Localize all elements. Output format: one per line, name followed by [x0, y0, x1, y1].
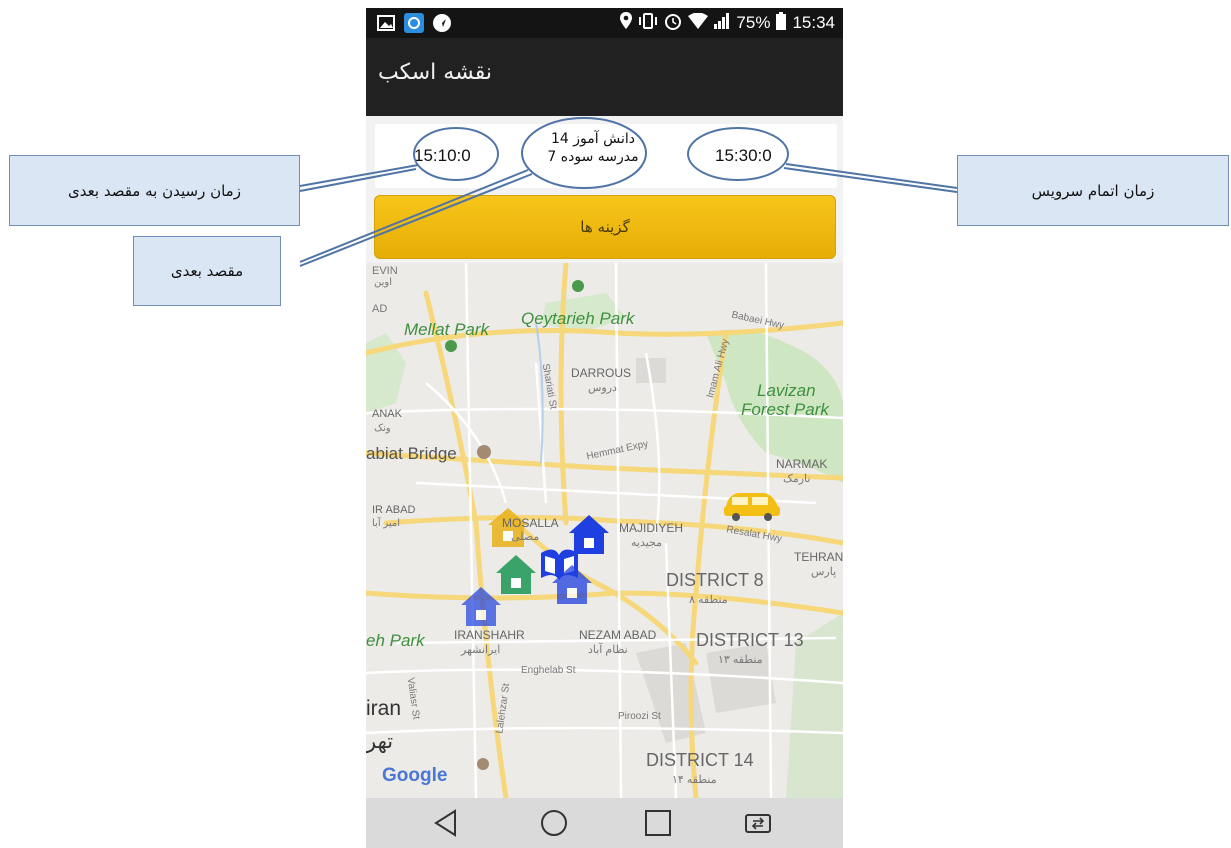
home-circle-icon	[541, 810, 567, 836]
recents-square-icon	[645, 810, 671, 836]
navigation-icon	[432, 13, 452, 33]
map-label: دروس	[588, 382, 617, 394]
map-label: TEHRAN	[794, 550, 843, 564]
back-triangle-icon	[434, 809, 456, 837]
sync-app-icon	[404, 13, 424, 33]
app-bar: نقشه اسکب	[366, 38, 843, 116]
map-label: DISTRICT 8	[666, 570, 764, 590]
house-marker-blue-icon[interactable]	[461, 587, 501, 626]
map-canvas	[366, 263, 843, 798]
callout-next-destination: مقصد بعدی	[133, 236, 281, 306]
navigation-bar	[366, 798, 843, 848]
arrival-time: 15:10:0	[414, 146, 471, 165]
map-label: ایرانشهر	[461, 644, 501, 656]
vibrate-icon	[638, 13, 658, 33]
service-end-time: 15:30:0	[715, 146, 772, 165]
home-button[interactable]	[534, 806, 574, 840]
options-button[interactable]: گزینه ها	[374, 195, 836, 259]
map-label: منطقه ۱۳	[718, 654, 763, 666]
callout-arrival-time: زمان رسیدن به مقصد بعدی	[9, 155, 300, 226]
map-label: AD	[372, 303, 388, 315]
map-label: Qeytarieh Park	[521, 309, 635, 328]
map-label: Enghelab St	[521, 665, 576, 676]
map-label: پارس	[811, 566, 837, 578]
destination-school: مدرسه سوده 7	[547, 149, 639, 165]
phone-screen: 75% 15:34 نقشه اسکب 15:10:0 دانش آموز 14…	[366, 8, 843, 848]
destination-student: دانش آموز 14	[551, 131, 635, 147]
map-label: MOSALLA	[502, 516, 559, 530]
map-label: مجیدیه	[631, 537, 663, 549]
map-label: IRANSHAHR	[454, 628, 525, 642]
map-label: Mellat Park	[404, 320, 490, 339]
map-label: NEZAM ABAD	[579, 628, 657, 642]
map-label: مصلی	[511, 531, 540, 543]
google-logo: Google	[382, 765, 448, 786]
map-label: MAJIDIYEH	[619, 521, 684, 535]
map-label: DARROUS	[571, 366, 632, 380]
battery-icon	[776, 12, 787, 34]
alarm-icon	[664, 12, 682, 34]
map-label: EVIN	[372, 265, 398, 277]
map-view[interactable]: EVIN اوین AD Mellat Park Qeytarieh Park …	[366, 263, 843, 798]
map-label: iran	[366, 697, 402, 720]
trip-info-card: 15:10:0 دانش آموز 14 مدرسه سوده 7 15:30:…	[375, 124, 837, 188]
map-label: منطقه ۱۴	[672, 774, 717, 786]
gallery-icon	[376, 13, 396, 33]
map-label: منطقه ۸	[689, 594, 728, 606]
wifi-icon	[688, 12, 709, 33]
callout-service-end: زمان اتمام سرویس	[957, 155, 1229, 226]
taxi-icon[interactable]	[724, 493, 780, 521]
map-label: ونک	[374, 423, 391, 434]
map-label: DISTRICT 14	[646, 750, 754, 770]
map-label: Forest Park	[741, 400, 829, 419]
map-label: ANAK	[372, 408, 402, 420]
map-label: تهر	[366, 730, 394, 753]
map-label: Piroozi St	[618, 711, 661, 722]
map-label: نظام آباد	[588, 644, 628, 656]
battery-percent: 75%	[736, 13, 771, 32]
next-destination: دانش آموز 14 مدرسه سوده 7	[531, 130, 655, 166]
switch-window-icon	[745, 814, 771, 833]
map-label: DISTRICT 13	[696, 630, 804, 650]
house-marker-green-icon[interactable]	[496, 555, 536, 594]
map-label: eh Park	[366, 631, 425, 650]
map-label: Lavizan	[757, 381, 816, 400]
page-title: نقشه اسکب	[378, 60, 492, 85]
signal-icon	[714, 13, 730, 33]
map-label: IR ABAD	[372, 504, 416, 516]
map-label: abiat Bridge	[366, 444, 457, 463]
map-label: امیر آبا	[372, 518, 401, 529]
recents-button[interactable]	[638, 806, 678, 840]
map-label: NARMAK	[776, 457, 828, 471]
back-button[interactable]	[426, 806, 466, 840]
map-label: نارمک	[783, 473, 811, 485]
location-icon	[620, 12, 633, 34]
map-label: اوین	[374, 277, 393, 288]
dual-window-button[interactable]	[738, 806, 778, 840]
status-bar: 75% 15:34	[366, 8, 843, 38]
clock: 15:34	[792, 13, 835, 32]
